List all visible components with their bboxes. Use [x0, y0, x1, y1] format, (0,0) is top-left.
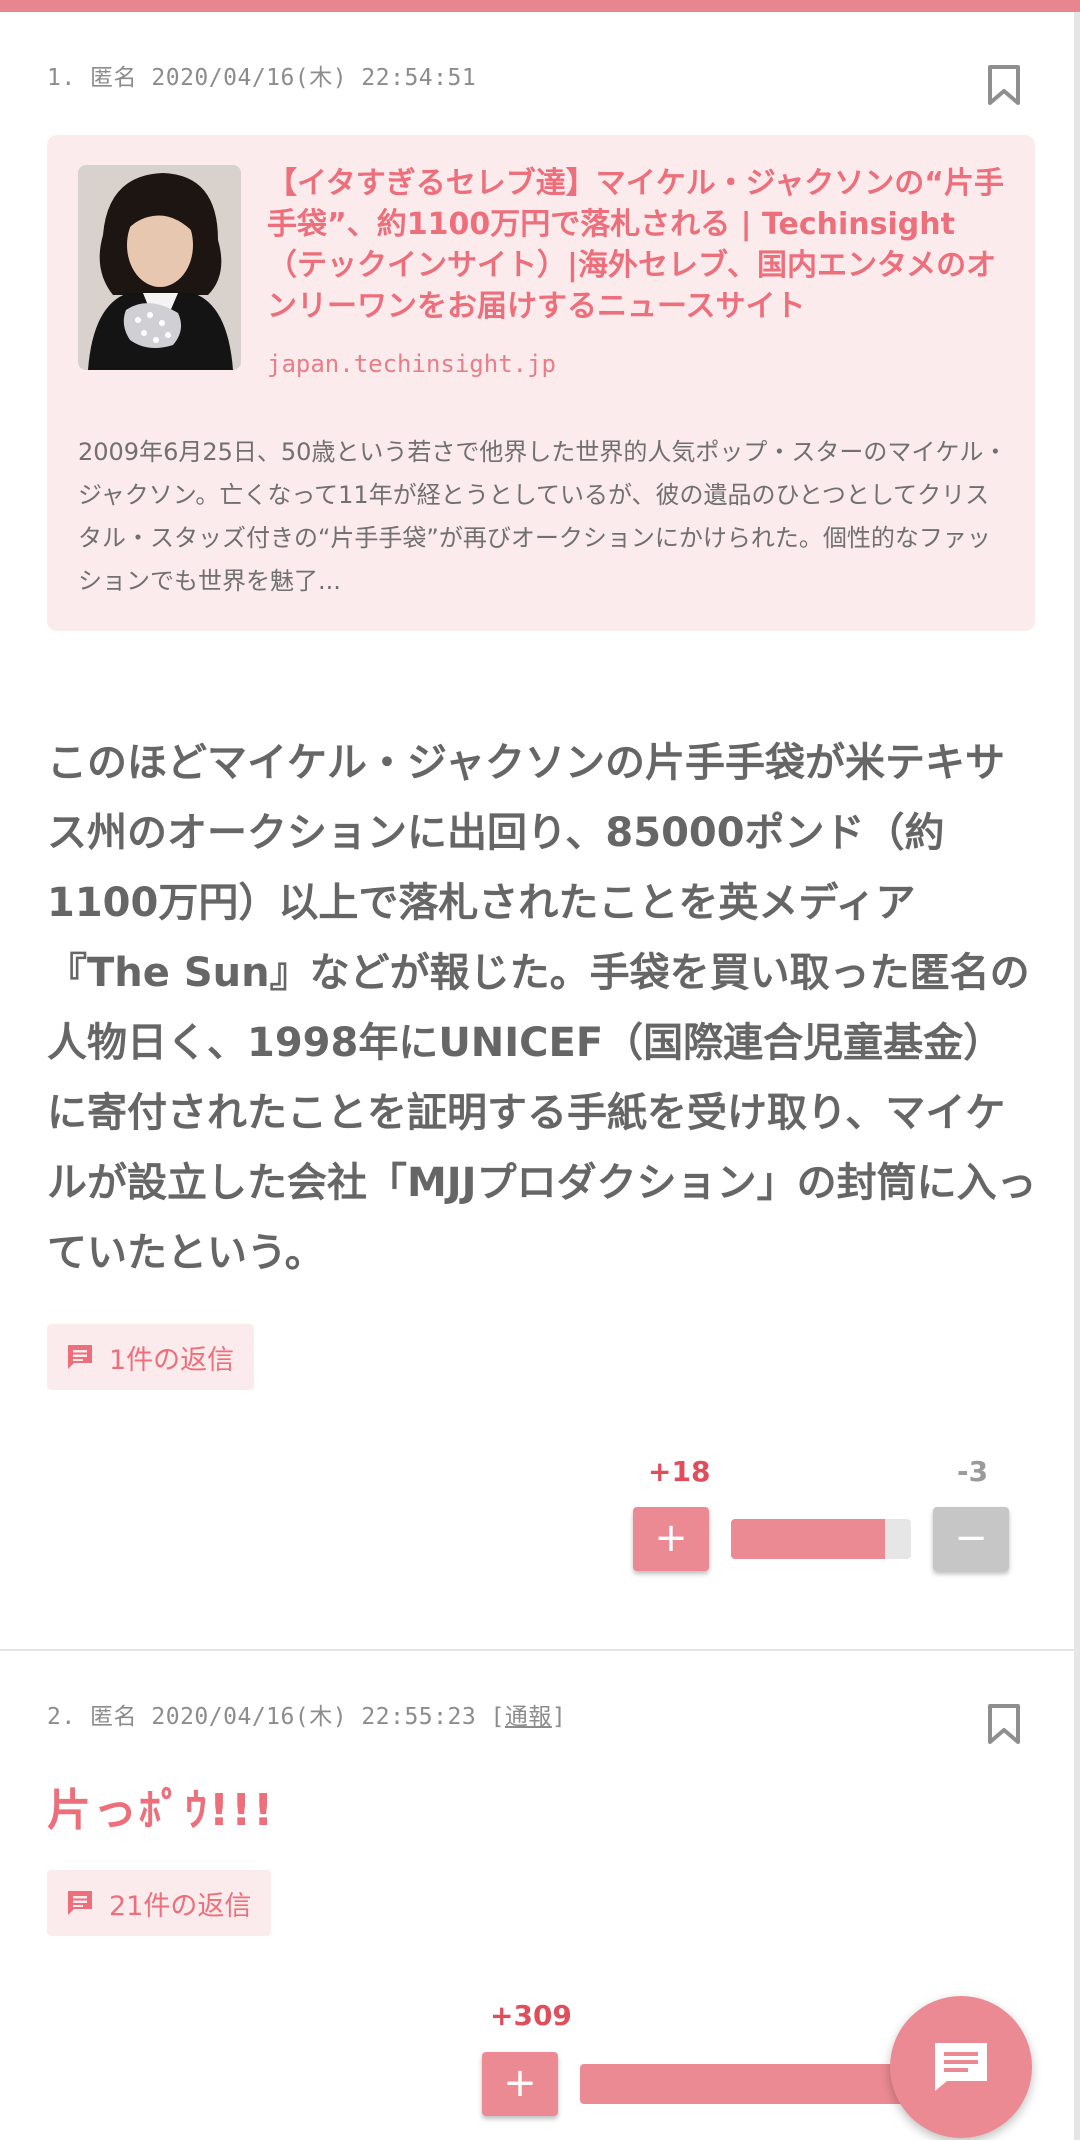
link-preview-card[interactable]: 【イタすぎるセレブ達】マイケル・ジャクソンの“片手手袋”、約1100万円で落札さ…	[47, 135, 1035, 631]
comment-icon	[68, 1891, 92, 1915]
comment-body: 片っﾎﾟｳ!!!	[47, 1785, 276, 1836]
chat-icon	[935, 2043, 987, 2091]
report-bracket-open: [	[490, 1704, 505, 1730]
article-thumbnail	[78, 165, 241, 370]
comment-icon	[68, 1345, 92, 1369]
reply-button[interactable]: 21件の返信	[47, 1870, 272, 1936]
report-link[interactable]: 通報	[505, 1704, 552, 1730]
bookmark-icon[interactable]	[987, 1703, 1021, 1745]
minus-vote-button[interactable]: −	[933, 1507, 1009, 1571]
link-description: 2009年6月25日、50歳という若さで他界した世界的人気ポップ・スターのマイケ…	[78, 438, 1008, 595]
plus-vote-button[interactable]: +	[482, 2052, 558, 2116]
comment-meta: 2. 匿名 2020/04/16(木) 22:55:23 [通報]	[47, 1697, 566, 1731]
plus-vote-button[interactable]: +	[633, 1507, 709, 1571]
comment-meta-text: 2. 匿名 2020/04/16(木) 22:55:23	[47, 1704, 491, 1730]
vote-ratio-fill	[731, 1519, 886, 1559]
plus-vote-count: +18	[648, 1455, 711, 1488]
comment-body: このほどマイケル・ジャクソンの片手手袋が米テキサス州のオークションに出回り、85…	[47, 740, 1037, 1276]
comment-meta: 1. 匿名 2020/04/16(木) 22:54:51	[47, 65, 477, 91]
report-bracket-close: ]	[551, 1704, 567, 1730]
write-comment-fab[interactable]	[890, 1996, 1032, 2138]
reply-count-label: 1件の返信	[109, 1344, 235, 1376]
plus-vote-count: +309	[490, 1999, 572, 2032]
vote-ratio-bar	[580, 2064, 910, 2104]
link-title[interactable]: 【イタすぎるセレブ達】マイケル・ジャクソンの“片手手袋”、約1100万円で落札さ…	[267, 163, 1012, 327]
vote-ratio-fill	[580, 2064, 910, 2104]
link-domain: japan.techinsight.jp	[267, 350, 556, 378]
reply-button[interactable]: 1件の返信	[47, 1324, 255, 1390]
bookmark-icon[interactable]	[987, 64, 1021, 106]
comment-divider	[0, 1649, 1074, 1651]
vote-ratio-bar	[731, 1519, 911, 1559]
reply-count-label: 21件の返信	[109, 1890, 252, 1922]
top-accent-bar	[0, 0, 1080, 12]
minus-vote-count: -3	[957, 1455, 989, 1488]
